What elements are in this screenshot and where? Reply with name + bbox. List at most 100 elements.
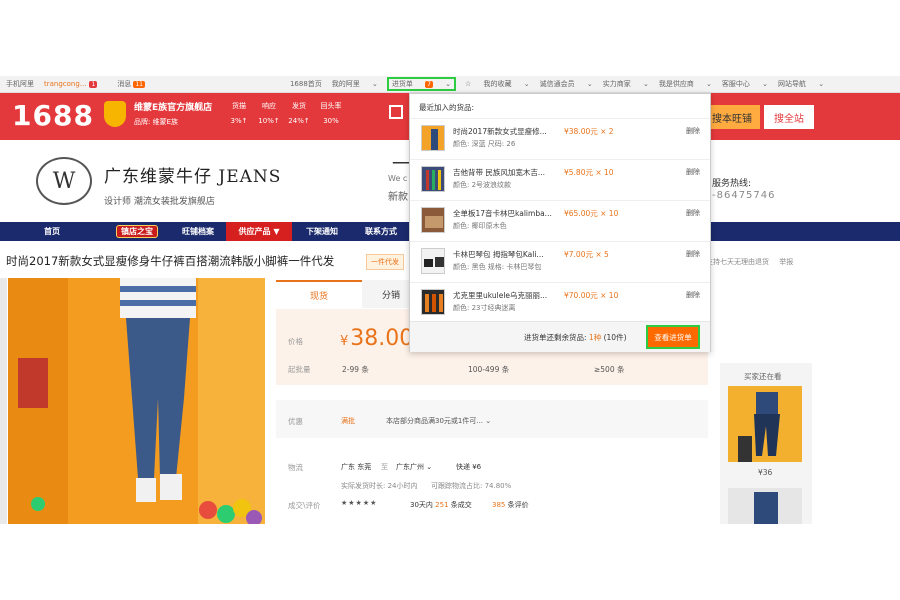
rate-response: 响应 10%↑ [258,102,280,125]
cart-item[interactable]: 全单板17音卡林巴kalimba... 颜色: 椰印原木色 ¥65.00元 × … [410,200,710,241]
moq-label: 起批量 [288,365,311,374]
search-shop-button[interactable]: 搜本旺铺 [704,105,760,129]
cart-count-badge: 7 [425,81,433,88]
cart-item-thumbnail[interactable] [421,289,445,315]
promo-text[interactable]: 本店部分商品满30元或1件可... ⌄ [386,416,491,426]
brand-logo: W [36,157,92,205]
nav-treasures[interactable]: 镇店之宝 [104,225,170,238]
cart-item-delete[interactable]: 删除 [686,167,700,177]
tier-3: ≥500 条 [594,365,625,374]
ship-from: 广东 东莞 [341,463,372,471]
cart-item[interactable]: 时尚2017新款女式显瘦修... 颜色: 深蓝 尺码: 26 ¥38.00元 ×… [410,118,710,159]
review-label: 成交\评价 [288,501,321,510]
username-link[interactable]: trangcong... 1 [44,80,107,88]
thumbnail-strip[interactable] [0,278,7,524]
nav-products[interactable]: 供应产品 ▼ [226,222,292,241]
ship-time: 实际发货时长: 24小时内 [341,482,418,490]
topnav-i-am-supplier[interactable]: 我是供应商 ⌄ [659,79,712,89]
topnav-1688-home[interactable]: 1688首页 [290,79,322,89]
return-policy: 支持七天无理由退货 举报 [706,258,794,266]
cart-dropdown: 最近加入的货品: 时尚2017新款女式显瘦修... 颜色: 深蓝 尺码: 26 … [409,93,711,352]
cart-item-delete[interactable]: 删除 [686,208,700,218]
banner-dash: 一 [392,154,410,175]
cart-item-spec: 颜色: 椰印原木色 [453,222,507,230]
topnav-site-nav[interactable]: 网站导航 ⌄ [778,79,824,89]
topnav-my-alibaba[interactable]: 我的阿里 ⌄ [332,79,378,89]
cart-item-name[interactable]: 全单板17音卡林巴kalimba... [453,208,563,219]
cart-item-thumbnail[interactable] [421,207,445,233]
shop-brand: 品牌: 维蒙E族 [134,118,179,126]
cart-item-name[interactable]: 时尚2017新款女式显瘦修... [453,126,563,137]
tab-distribution[interactable]: 分销 [362,280,416,308]
cart-item-thumbnail[interactable] [421,166,445,192]
also-viewed-item-image[interactable] [728,386,802,462]
chevron-down-icon: ⌄ [485,417,492,425]
also-viewed-title: 买家还在看 [744,372,782,381]
cart-item-delete[interactable]: 删除 [686,290,700,300]
nav-contact[interactable]: 联系方式 [352,226,410,237]
search-site-button[interactable]: 搜全站 [764,105,814,129]
brand-title: 广东维蒙牛仔 JEANS [104,167,282,187]
cart-item[interactable]: 吉他背带 民族风加宽木吉... 颜色: 2号波浪纹款 ¥5.80元 × 10 删… [410,159,710,200]
rate-repeat: 回头率 30% [320,102,342,125]
shop-name[interactable]: 维蒙E族官方旗舰店 [134,100,212,113]
also-viewed-price: ¥36 [758,468,773,477]
cart-item-thumbnail[interactable] [421,248,445,274]
cart-item-price: ¥38.00元 × 2 [564,127,614,136]
banner-we-text: We c [388,174,408,183]
cart-item-spec: 颜色: 黑色 规格: 卡林巴琴包 [453,263,542,271]
dropship-tag: 一件代发 [366,254,404,270]
rate-description: 货描 3%↑ [230,102,248,125]
cart-item-name[interactable]: 吉他背带 民族风加宽木吉... [453,167,563,178]
rate-shipping: 发货 24%↑ [288,102,310,125]
report-link[interactable]: 举报 [779,258,793,266]
brand-subtitle: 设计师 潮流女装批发旗舰店 [104,197,215,207]
cart-item-spec: 颜色: 23寸经典迷离 [453,304,516,312]
topnav-cart[interactable]: 进货单 7 ⌄ [386,77,457,91]
also-viewed-item-image-2[interactable] [728,488,802,524]
messages-count-badge: 11 [133,81,145,88]
cart-item-spec: 颜色: 2号波浪纹款 [453,181,512,189]
nav-offline[interactable]: 下架通知 [292,226,352,237]
price-tabs: 现货 分销 [276,280,416,308]
shop-medal-icon [104,101,126,127]
cart-item-delete[interactable]: 删除 [686,126,700,136]
jeans-model-photo [8,278,265,524]
view-cart-button[interactable]: 查看进货单 [646,325,700,349]
nav-profile[interactable]: 旺铺档案 [170,226,226,237]
topnav-favorites[interactable]: ☆ 我的收藏 ⌄ [465,79,530,89]
ship-to-label: 至 [381,463,388,471]
product-main-image[interactable] [8,278,265,524]
nav-home[interactable]: 首页 [0,226,104,237]
deals-count[interactable]: 30天内 251 条成交 [410,500,472,510]
mobile-alibaba-link[interactable]: 手机阿里 [6,79,34,89]
cart-item-delete[interactable]: 删除 [686,249,700,259]
tracking-rate: 可跟踪物流占比: 74.80% [431,482,512,490]
top-bar: 手机阿里 trangcong... 1 消息 11 1688首页 我的阿里 ⌄ 进货… [0,76,900,93]
hotline-label: 服务热线: [712,179,752,189]
reviews-count[interactable]: 385 条评价 [492,500,529,510]
hotline-number: -86475746 [712,190,776,201]
cart-item-thumbnail[interactable] [421,125,445,151]
tab-in-stock[interactable]: 现货 [276,280,362,308]
messages-link[interactable]: 消息 11 [117,79,155,89]
tier-2: 100-499 条 [468,365,510,374]
rating-stars: ★★★★★ [341,499,378,507]
cart-item[interactable]: 尤克里里ukulele乌克丽丽... 颜色: 23寸经典迷离 ¥70.00元 ×… [410,282,710,323]
cart-item-name[interactable]: 卡林巴琴包 拇指琴包Kali... [453,249,563,260]
page: 手机阿里 trangcong... 1 消息 11 1688首页 我的阿里 ⌄ 进货… [0,0,900,600]
cart-item[interactable]: 卡林巴琴包 拇指琴包Kali... 颜色: 黑色 规格: 卡林巴琴包 ¥7.00… [410,241,710,282]
cart-item-price: ¥7.00元 × 5 [564,250,609,259]
topnav-strong-merchants[interactable]: 实力商家 ⌄ [603,79,649,89]
cart-item-name[interactable]: 尤克里里ukulele乌克丽丽... [453,290,563,301]
topnav-membership[interactable]: 诚信通会员 ⌄ [540,79,593,89]
promo-tag: 满批 [341,417,355,425]
tier-1: 2-99 条 [342,365,369,374]
cart-item-price: ¥5.80元 × 10 [564,168,614,177]
product-title: 时尚2017新款女式显瘦修身牛仔裤百搭潮流韩版小脚裤一件代发 [6,254,335,268]
topnav-customer-service[interactable]: 客服中心 ⌄ [722,79,768,89]
ship-to-select[interactable]: 广东广州 ⌄ [396,462,432,472]
site-logo[interactable]: 1688 [12,99,94,132]
qr-code-icon[interactable] [389,105,403,119]
express-fee: 快递 ¥6 [456,463,482,471]
